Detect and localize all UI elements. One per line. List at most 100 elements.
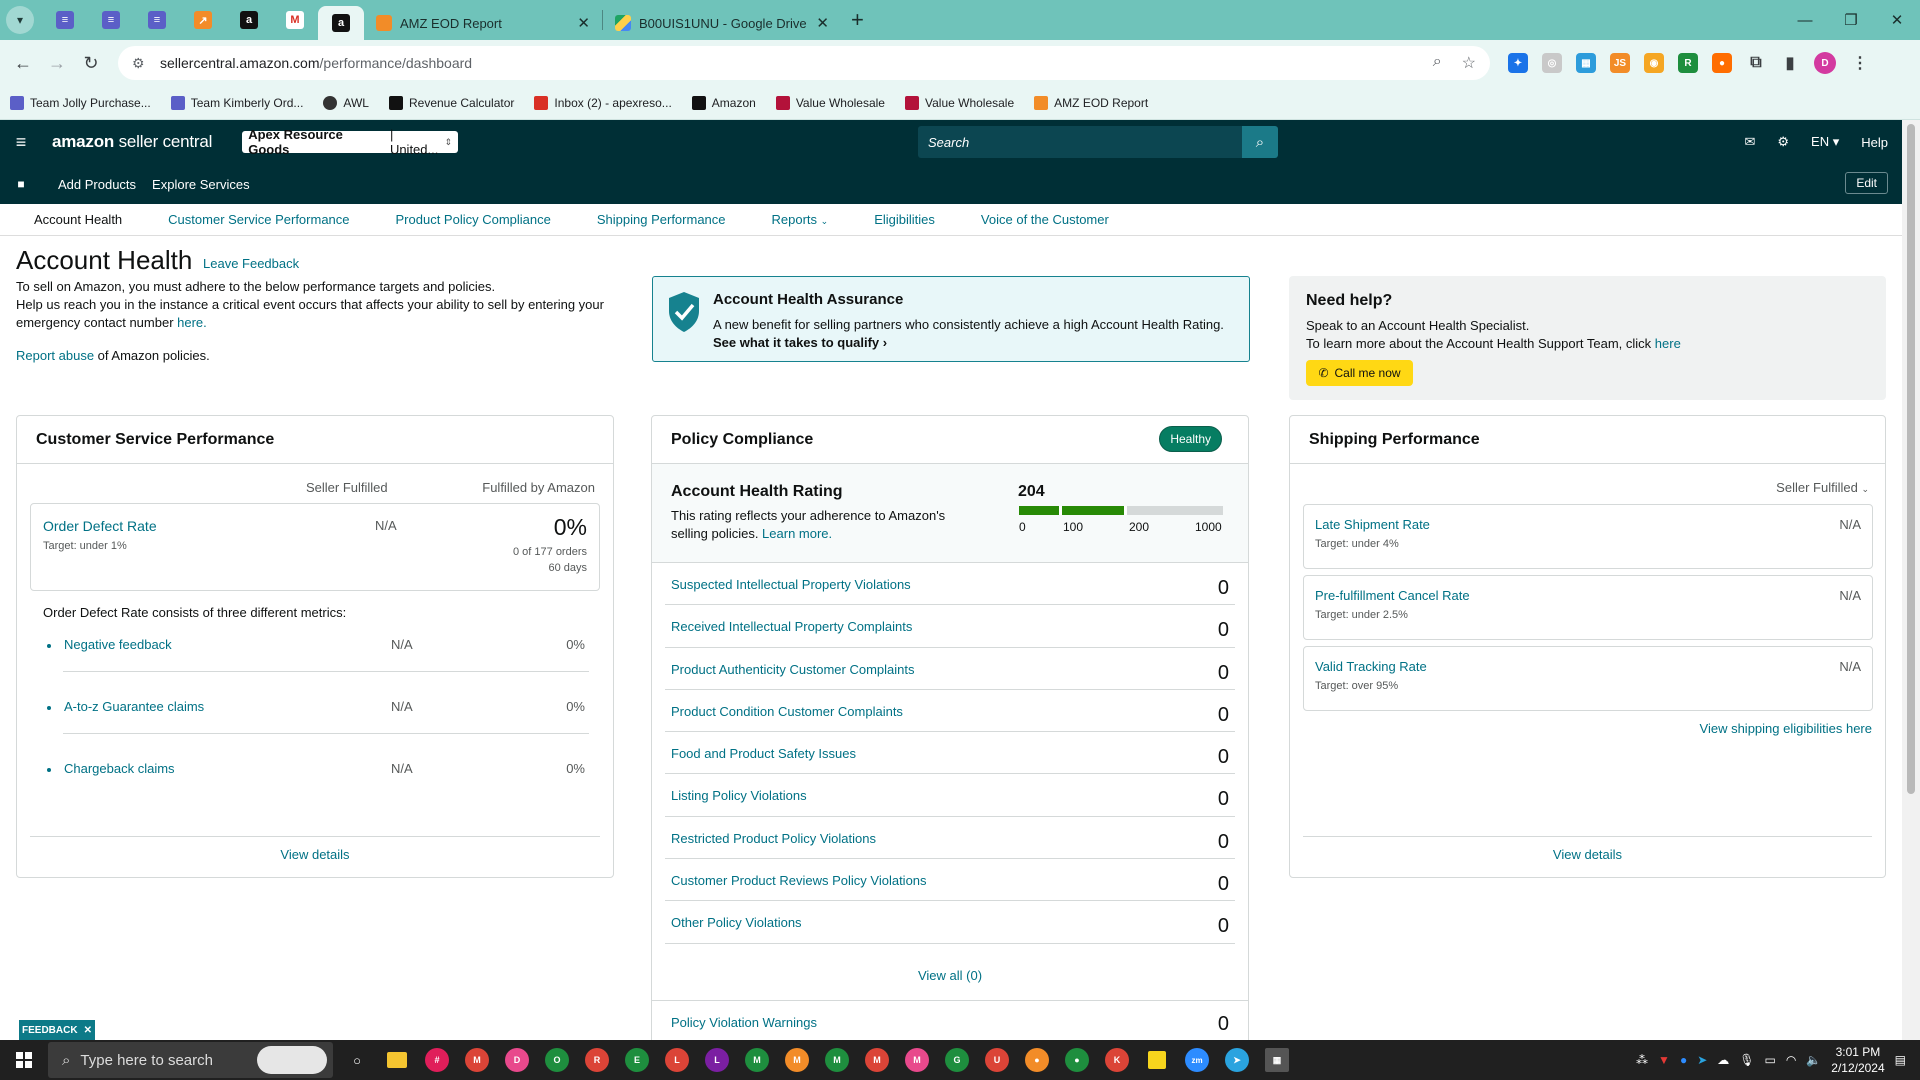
windows-start-icon[interactable] bbox=[0, 1052, 48, 1068]
zoom-icon[interactable]: ⌕ bbox=[1433, 53, 1442, 73]
help-link[interactable]: Help bbox=[1861, 135, 1888, 150]
violation-link[interactable]: Suspected Intellectual Property Violatio… bbox=[671, 577, 911, 592]
extension-icon[interactable]: R bbox=[1678, 53, 1698, 73]
extension-icon[interactable]: ▦ bbox=[1576, 53, 1596, 73]
zoom-app-icon[interactable]: zm bbox=[1177, 1040, 1217, 1080]
pinned-tab[interactable]: ≡ bbox=[134, 0, 180, 40]
chrome-icon[interactable]: O bbox=[537, 1040, 577, 1080]
chrome-icon[interactable]: M bbox=[817, 1040, 857, 1080]
extension-icon[interactable]: ✦ bbox=[1508, 53, 1528, 73]
tray-icon[interactable]: ● bbox=[1680, 1053, 1687, 1067]
policy-violation-warnings-link[interactable]: Policy Violation Warnings bbox=[671, 1015, 817, 1030]
bookmark[interactable]: Inbox (2) - apexreso... bbox=[534, 95, 672, 110]
learn-more-link[interactable]: Learn more. bbox=[762, 526, 832, 541]
mail-icon[interactable]: ✉ bbox=[1744, 134, 1755, 150]
close-icon[interactable]: ✕ bbox=[84, 1025, 92, 1036]
extension-icon[interactable]: JS bbox=[1610, 53, 1630, 73]
bookmark[interactable]: Revenue Calculator bbox=[388, 95, 514, 110]
violation-link[interactable]: Received Intellectual Property Complaint… bbox=[671, 619, 912, 634]
chrome-icon[interactable]: M bbox=[737, 1040, 777, 1080]
late-shipment-rate-link[interactable]: Late Shipment Rate bbox=[1315, 517, 1430, 532]
tray-icon[interactable]: ➤ bbox=[1697, 1053, 1707, 1067]
tab-account-health[interactable]: Account Health bbox=[34, 212, 122, 227]
chrome-icon[interactable]: L bbox=[657, 1040, 697, 1080]
bookmark[interactable]: Value Wholesale bbox=[775, 95, 885, 110]
slack-icon[interactable]: # bbox=[417, 1040, 457, 1080]
report-abuse-link[interactable]: Report abuse bbox=[16, 348, 94, 363]
bookmark[interactable]: Team Jolly Purchase... bbox=[10, 95, 151, 110]
reload-icon[interactable]: ↻ bbox=[74, 53, 108, 74]
telegram-icon[interactable]: ➤ bbox=[1217, 1040, 1257, 1080]
tab-search-icon[interactable]: ▾ bbox=[6, 6, 34, 34]
bookmark-star-icon[interactable]: ☆ bbox=[1462, 53, 1476, 73]
network-tray-icon[interactable]: ⁂ bbox=[1636, 1053, 1648, 1067]
feedback-tab[interactable]: FEEDBACK ✕ bbox=[19, 1020, 95, 1040]
site-settings-icon[interactable]: ⚙ bbox=[132, 55, 150, 72]
search-icon[interactable]: ⌕ bbox=[1242, 126, 1278, 158]
bookmark[interactable]: Amazon bbox=[691, 95, 756, 110]
pinned-tab[interactable]: a bbox=[226, 0, 272, 40]
new-tab-icon[interactable]: + bbox=[851, 7, 864, 33]
bookmark[interactable]: AMZ EOD Report bbox=[1034, 95, 1148, 110]
order-defect-rate-link[interactable]: Order Defect Rate bbox=[43, 518, 157, 534]
chrome-icon[interactable]: ● bbox=[1017, 1040, 1057, 1080]
pinned-tab[interactable]: ≡ bbox=[88, 0, 134, 40]
volume-icon[interactable]: 🔈 bbox=[1806, 1053, 1821, 1067]
pinned-tab[interactable]: ≡ bbox=[42, 0, 88, 40]
chrome-icon[interactable]: M bbox=[857, 1040, 897, 1080]
tab-product-policy-compliance[interactable]: Product Policy Compliance bbox=[396, 212, 551, 227]
microphone-icon[interactable]: 🎙 bbox=[1739, 1053, 1754, 1067]
view-details-link[interactable]: View details bbox=[1553, 847, 1622, 862]
violation-link[interactable]: Food and Product Safety Issues bbox=[671, 746, 856, 761]
seller-central-logo[interactable]: amazon seller central bbox=[52, 132, 212, 152]
task-view-icon[interactable]: ○ bbox=[337, 1040, 377, 1080]
chrome-icon[interactable]: E bbox=[617, 1040, 657, 1080]
chrome-icon[interactable]: G bbox=[937, 1040, 977, 1080]
pinned-tab-active[interactable]: a bbox=[318, 6, 364, 40]
pre-fulfillment-cancel-rate-link[interactable]: Pre-fulfillment Cancel Rate bbox=[1315, 588, 1470, 603]
chrome-icon[interactable]: M bbox=[777, 1040, 817, 1080]
tab-eligibilities[interactable]: Eligibilities bbox=[874, 212, 935, 227]
browser-tab[interactable]: AMZ EOD Report ✕ bbox=[364, 6, 602, 40]
hamburger-menu-icon[interactable]: ≡ bbox=[0, 132, 42, 153]
pinned-tab[interactable]: M bbox=[272, 0, 318, 40]
tab-customer-service-performance[interactable]: Customer Service Performance bbox=[168, 212, 349, 227]
battery-icon[interactable]: ▭ bbox=[1764, 1053, 1775, 1067]
close-icon[interactable]: ✕ bbox=[577, 14, 590, 32]
scrollbar-thumb[interactable] bbox=[1907, 124, 1915, 794]
close-window-icon[interactable]: ✕ bbox=[1874, 0, 1920, 40]
restore-icon[interactable]: ❐ bbox=[1828, 0, 1874, 40]
violation-link[interactable]: Other Policy Violations bbox=[671, 915, 802, 930]
extension-icon[interactable]: ◎ bbox=[1542, 53, 1562, 73]
call-me-now-button[interactable]: ✆ Call me now bbox=[1306, 360, 1413, 386]
calculator-icon[interactable]: ▦ bbox=[1257, 1040, 1297, 1080]
extension-icon[interactable]: ◉ bbox=[1644, 53, 1664, 73]
sticky-notes-icon[interactable] bbox=[1137, 1040, 1177, 1080]
edit-button[interactable]: Edit bbox=[1845, 172, 1888, 194]
chrome-icon[interactable]: L bbox=[697, 1040, 737, 1080]
profile-avatar[interactable]: D bbox=[1814, 52, 1836, 74]
violation-link[interactable]: Restricted Product Policy Violations bbox=[671, 831, 876, 846]
valid-tracking-rate-link[interactable]: Valid Tracking Rate bbox=[1315, 659, 1427, 674]
puzzle-icon[interactable]: ⧉ bbox=[1746, 53, 1766, 73]
shipping-eligibilities-link[interactable]: View shipping eligibilities here bbox=[1700, 721, 1872, 736]
violation-link[interactable]: Listing Policy Violations bbox=[671, 788, 807, 803]
bookmark[interactable]: AWL bbox=[323, 95, 369, 110]
tab-reports[interactable]: Reports ⌄ bbox=[772, 212, 829, 227]
bookmark-icon[interactable]: ■ bbox=[0, 177, 42, 191]
violation-link[interactable]: Product Condition Customer Complaints bbox=[671, 704, 903, 719]
tab-shipping-performance[interactable]: Shipping Performance bbox=[597, 212, 726, 227]
leave-feedback-link[interactable]: Leave Feedback bbox=[203, 256, 299, 271]
forward-icon[interactable]: → bbox=[40, 53, 74, 74]
bookmark[interactable]: Team Kimberly Ord... bbox=[170, 95, 303, 110]
back-icon[interactable]: ← bbox=[6, 53, 40, 74]
browser-tab[interactable]: B00UIS1UNU - Google Drive ✕ bbox=[603, 6, 841, 40]
view-details-link[interactable]: View details bbox=[280, 847, 349, 862]
support-team-link[interactable]: here bbox=[1655, 336, 1681, 351]
add-products-link[interactable]: Add Products bbox=[58, 177, 136, 192]
close-icon[interactable]: ✕ bbox=[816, 14, 829, 32]
account-switcher[interactable]: Apex Resource Goods | United... ⇕ bbox=[242, 127, 459, 157]
gear-icon[interactable]: ⚙ bbox=[1777, 134, 1789, 150]
emergency-contact-link[interactable]: here. bbox=[177, 315, 207, 330]
wifi-icon[interactable]: ◠ bbox=[1786, 1053, 1796, 1067]
